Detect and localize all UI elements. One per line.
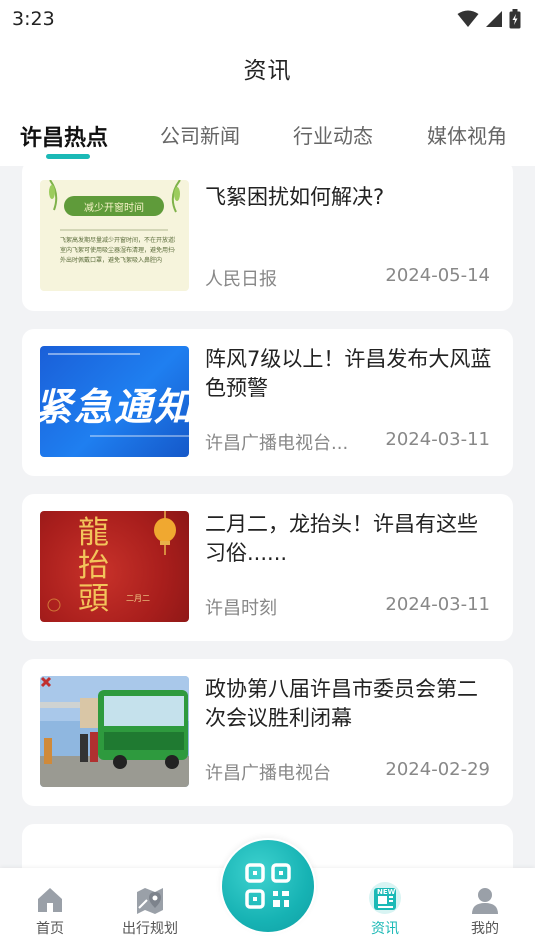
news-date: 2024-03-11 [385,429,490,450]
tip-line: 室内飞絮可使用吸尘器湿布清理，避免用扫帚扫动 [60,247,175,254]
home-icon [36,884,64,914]
thumbnail-subcaption: 二月二 [126,594,150,603]
nav-mine-label: 我的 [471,921,499,937]
tab-company-news[interactable]: 公司新闻 [160,120,240,149]
wifi-icon [457,10,479,27]
nav-news[interactable]: NEW 资讯 [340,868,430,951]
tip-line: 外出时佩戴口罩，避免飞絮吸入鼻腔内 [60,257,163,264]
nav-travel-planning[interactable]: 出行规划 [105,868,195,951]
news-thumbnail: 减少开窗时间 飞絮高发期尽量减少开窗时间，不在开放道路 室内飞絮可使用吸尘器湿布… [40,180,189,291]
battery-icon [509,9,521,29]
news-card[interactable]: 政协第八届许昌市委员会第二次会议胜利闭幕 许昌广播电视台 2024-02-29 [22,659,513,806]
news-card[interactable]: 紧急通知 阵风7级以上！许昌发布大风蓝色预警 许昌广播电视台... 2024-0… [22,329,513,476]
news-title: 二月二，龙抬头！许昌有这些习俗...... [205,512,478,565]
news-source: 许昌广播电视台... [205,433,349,454]
news-title: 政协第八届许昌市委员会第二次会议胜利闭幕 [205,677,478,730]
nav-home-label: 首页 [36,921,64,937]
news-thumbnail: 紧急通知 [40,346,189,457]
news-source: 许昌广播电视台 [205,763,331,784]
signal-icon [486,11,502,27]
news-card[interactable]: 龍抬頭 二月二 二月二，龙抬头！许昌有这些习俗...... 许昌时刻 2024-… [22,494,513,641]
nav-home[interactable]: 首页 [5,868,95,951]
thumbnail-tips: 飞絮高发期尽量减少开窗时间，不在开放道路 室内飞絮可使用吸尘器湿布清理，避免用扫… [60,236,175,266]
thumbnail-caption: 紧急通知 [40,385,189,429]
nav-travel-label: 出行规划 [122,921,178,937]
news-source: 许昌时刻 [205,598,277,619]
status-time: 3:23 [12,8,55,30]
news-date: 2024-02-29 [385,759,490,780]
status-bar: 3:23 [0,0,535,38]
qr-code-icon [245,863,291,909]
tip-line: 飞絮高发期尽量减少开窗时间，不在开放道路 [60,237,175,244]
tab-xuchang-hot[interactable]: 许昌热点 [20,120,108,152]
page-title: 资讯 [243,58,292,84]
news-title: 飞絮困扰如何解决? [205,185,385,209]
category-tabs: 许昌热点 公司新闻 行业动态 媒体视角 [0,98,535,166]
news-date: 2024-05-14 [385,265,490,286]
map-pin-icon [135,884,165,914]
user-icon [471,884,499,914]
tab-media-view[interactable]: 媒体视角 [427,120,507,149]
qr-scan-button[interactable] [222,840,314,932]
page-header: 资讯 [0,38,535,98]
news-source: 人民日报 [205,269,277,290]
status-icons [457,9,521,29]
nav-news-label: 资讯 [371,921,399,937]
new-badge: NEW [377,888,396,896]
tab-indicator [46,154,90,159]
bus-scene-illustration [40,676,189,787]
newspaper-icon: NEW [368,882,402,914]
thumbnail-caption: 减少开窗时间 [84,203,144,214]
nav-mine[interactable]: 我的 [440,868,530,951]
thumbnail-caption: 龍抬頭 [78,515,109,617]
news-thumbnail [40,676,189,787]
news-card[interactable]: 减少开窗时间 飞絮高发期尽量减少开窗时间，不在开放道路 室内飞絮可使用吸尘器湿布… [22,166,513,311]
news-feed[interactable]: 减少开窗时间 飞絮高发期尽量减少开窗时间，不在开放道路 室内飞絮可使用吸尘器湿布… [0,166,535,868]
news-title: 阵风7级以上！许昌发布大风蓝色预警 [205,347,492,400]
tab-industry-news[interactable]: 行业动态 [293,120,373,149]
news-thumbnail: 龍抬頭 二月二 [40,511,189,622]
news-date: 2024-03-11 [385,594,490,615]
